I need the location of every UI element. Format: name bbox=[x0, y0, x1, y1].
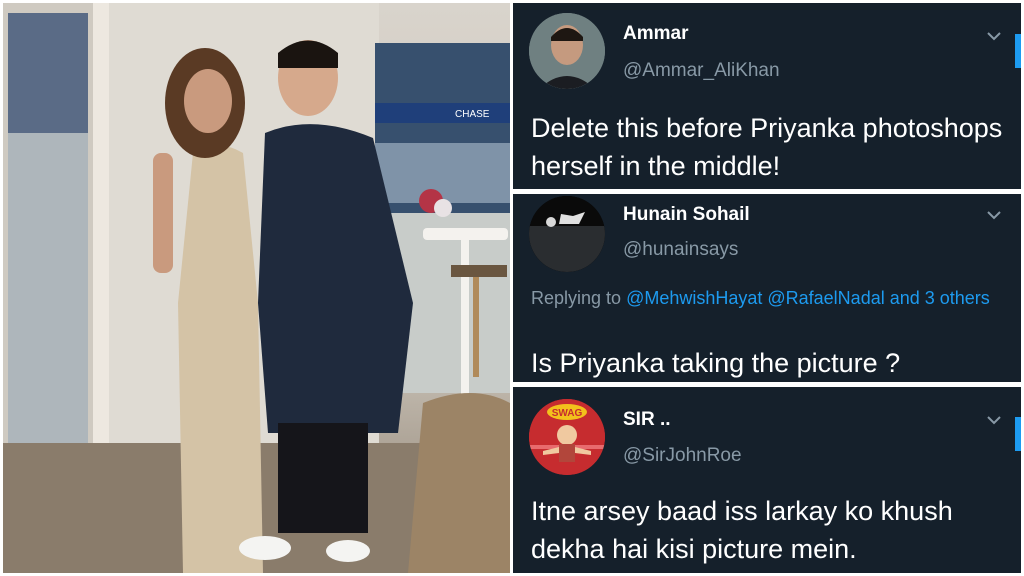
chevron-down-icon[interactable] bbox=[985, 411, 1003, 429]
avatar[interactable] bbox=[529, 13, 605, 89]
photo-panel: CHASE bbox=[3, 3, 510, 573]
tweet-text: Itne arsey baad iss larkay ko khush dekh… bbox=[531, 496, 953, 564]
tweet-author-handle[interactable]: @hunainsays bbox=[623, 239, 738, 261]
tweet-author-handle[interactable]: @SirJohnRoe bbox=[623, 445, 742, 467]
stadium-photo: CHASE bbox=[3, 3, 510, 573]
user-photo-icon bbox=[529, 13, 605, 89]
stadium-sign: CHASE bbox=[455, 109, 490, 120]
chevron-down-icon[interactable] bbox=[985, 206, 1003, 224]
swag-cartoon-avatar-icon: SWAG bbox=[529, 399, 605, 475]
avatar[interactable] bbox=[529, 196, 605, 272]
tweet-author-name[interactable]: SIR .. bbox=[623, 409, 671, 431]
tweet-card[interactable]: Hunain Sohail @hunainsays Replying to @M… bbox=[513, 194, 1021, 382]
replying-prefix: Replying to bbox=[531, 288, 627, 308]
avatar[interactable]: SWAG bbox=[529, 399, 605, 475]
replying-mentions-link[interactable]: @MehwishHayat @RafaelNadal and 3 others bbox=[626, 288, 990, 308]
silhouette-avatar-icon bbox=[529, 196, 605, 272]
chevron-down-icon[interactable] bbox=[985, 27, 1003, 45]
tweet-author-name[interactable]: Hunain Sohail bbox=[623, 204, 750, 226]
accent-bar bbox=[1015, 34, 1021, 68]
avatar-badge-text: SWAG bbox=[552, 408, 583, 419]
tweet-author-name[interactable]: Ammar bbox=[623, 23, 688, 45]
tweet-text: Delete this before Priyanka photoshops h… bbox=[531, 113, 1003, 181]
accent-bar bbox=[1015, 417, 1021, 451]
tweet-card[interactable]: Ammar @Ammar_AliKhan Delete this before … bbox=[513, 3, 1021, 189]
tweets-column: Ammar @Ammar_AliKhan Delete this before … bbox=[513, 3, 1021, 573]
replying-to: Replying to @MehwishHayat @RafaelNadal a… bbox=[531, 284, 1007, 312]
tweet-card[interactable]: SWAG SIR .. @SirJohnRoe Itne arsey baad … bbox=[513, 387, 1021, 573]
tweet-text: Is Priyanka taking the picture ? bbox=[531, 348, 901, 378]
tweet-author-handle[interactable]: @Ammar_AliKhan bbox=[623, 60, 780, 82]
